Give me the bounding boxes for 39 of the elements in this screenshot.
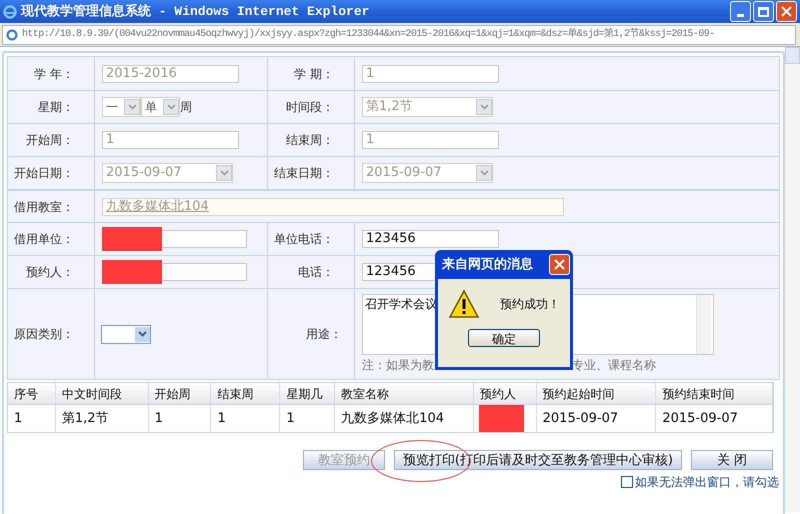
column-header: 教室名称 — [335, 383, 474, 404]
field-label: 借用单位： — [14, 231, 74, 248]
field-label: 预约人： — [26, 264, 74, 281]
field-label: 学 年： — [34, 66, 74, 82]
table-cell-text: 1 — [14, 410, 22, 428]
field-label: 学 期： — [294, 66, 334, 82]
table-cell-text: 1 — [286, 410, 295, 428]
field-label: 开始日期： — [14, 165, 74, 182]
table-cell-text: 1 — [217, 410, 226, 428]
column-header: 中文时间段 — [56, 383, 149, 404]
table-cell-text: 2015-09-07 — [662, 410, 738, 428]
dialog-message: 预约成功！ — [500, 296, 560, 313]
table-cell-text: 第1,2节 — [62, 410, 109, 428]
column-header: 开始周 — [148, 383, 212, 404]
column-header: 预约人 — [474, 383, 537, 404]
column-header: 预约起始时间 — [536, 383, 656, 404]
column-header: 星期几 — [280, 383, 336, 404]
week-suffix: 周 — [180, 99, 192, 116]
field-label: 单位电话： — [274, 231, 334, 248]
column-header: 结束周 — [211, 383, 280, 404]
field-label: 结束周： — [286, 132, 334, 149]
column-header: 预约结束时间 — [656, 383, 773, 404]
field-label: 星期： — [38, 99, 74, 116]
note-text: 注：如果为教 — [362, 357, 434, 374]
field-label: 开始周： — [26, 132, 74, 149]
field-label: 原因类别： — [14, 326, 74, 343]
table-cell-text: 1 — [154, 410, 163, 428]
table-cell-text: 九数多媒体北104 — [341, 410, 444, 428]
checkbox-label: 如果无法弹出窗口，请勾选 — [635, 474, 779, 491]
field-label: 结束日期： — [274, 165, 334, 182]
url-text: http://10.8.9.39/(004vu22novmmau45oqzhwvyj)/xxjsyy.aspx?zgh=1233044&xn=2015-2016&xq=1&xqj=1&xqm=&dsz=单&sjd=第1,2节&kssj=2015-09- — [22, 27, 715, 42]
table-cell-text: 2015-09-07 — [542, 410, 618, 428]
field-label: 用途： — [306, 326, 342, 343]
field-label: 电话： — [298, 264, 334, 281]
window-title: 现代教学管理信息系统 - Windows Internet Explorer — [21, 2, 370, 21]
column-header: 序号 — [8, 383, 56, 404]
note-text: 专业、课程名称 — [572, 357, 656, 374]
field-label: 借用教室： — [14, 198, 74, 216]
field-label: 时间段： — [286, 99, 334, 116]
